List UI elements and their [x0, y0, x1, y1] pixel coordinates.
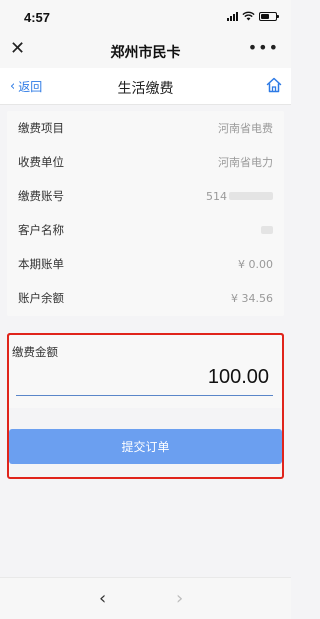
browser-back-icon[interactable]: ‹: [99, 588, 106, 609]
more-icon[interactable]: •••: [248, 38, 279, 57]
redacted-block: [261, 226, 273, 234]
bill-info-card: 缴费项目 河南省电费 收费单位 河南省电力 缴费账号 514 客户名称 本期账单…: [7, 111, 284, 316]
info-label: 缴费项目: [18, 121, 64, 135]
status-bar: 4:57: [0, 0, 291, 32]
wifi-icon: [242, 11, 255, 21]
payment-amount-label: 缴费金额: [12, 345, 58, 359]
account-number: 514: [206, 189, 227, 203]
status-time: 4:57: [24, 10, 51, 25]
page-title: 生活缴费: [117, 81, 174, 97]
info-label: 客户名称: [18, 223, 64, 237]
info-row-account: 缴费账号 514: [7, 179, 284, 213]
title-bar: ✕ 郑州市民卡 •••: [0, 32, 291, 68]
info-label: 缴费账号: [18, 189, 64, 203]
info-label: 账户余额: [18, 291, 64, 305]
payment-amount-input[interactable]: [16, 360, 273, 396]
info-row-item: 缴费项目 河南省电费: [7, 111, 284, 145]
info-value: 河南省电力: [218, 156, 273, 169]
nav-bar: ‹ 返回 生活缴费: [0, 68, 291, 105]
info-value-customer: [259, 226, 273, 234]
info-row-current-bill: 本期账单 ¥ 0.00: [7, 247, 284, 281]
browser-forward-icon[interactable]: ›: [176, 588, 183, 609]
info-value-account: 514: [206, 190, 273, 203]
signal-icon: [227, 11, 238, 21]
info-row-balance: 账户余额 ¥ 34.56: [7, 281, 284, 315]
submit-order-button[interactable]: 提交订单: [9, 429, 282, 464]
info-row-payee: 收费单位 河南省电力: [7, 145, 284, 179]
battery-icon: [259, 11, 279, 21]
info-label: 收费单位: [18, 155, 64, 169]
bottom-nav-bar: ‹ ›: [0, 577, 291, 619]
redacted-block: [229, 192, 273, 200]
info-row-customer: 客户名称: [7, 213, 284, 247]
home-icon[interactable]: [265, 76, 283, 94]
info-value: ¥ 0.00: [238, 257, 273, 271]
info-value: 河南省电费: [218, 122, 273, 135]
status-icons: [227, 11, 279, 21]
info-value: ¥ 34.56: [231, 291, 273, 305]
info-label: 本期账单: [18, 257, 64, 271]
